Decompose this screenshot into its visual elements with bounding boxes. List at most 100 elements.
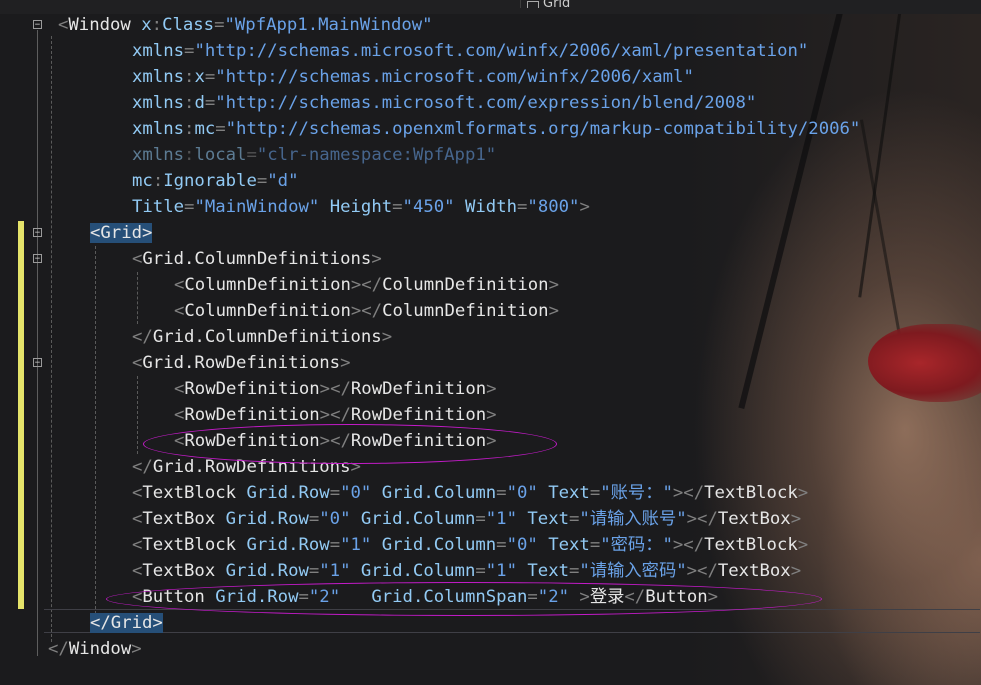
code-line[interactable]: Title="MainWindow" Height="450" Width="8…: [132, 194, 590, 220]
code-token: RowDefinition: [184, 405, 320, 425]
code-token: :: [184, 93, 195, 113]
code-line[interactable]: <TextBlock Grid.Row="0" Grid.Column="0" …: [132, 480, 808, 506]
code-token: <: [132, 535, 143, 555]
code-token: =: [246, 145, 257, 165]
code-token: "1": [485, 561, 517, 581]
code-token: =: [215, 119, 226, 139]
nav-breadcrumb-label: Grid: [543, 0, 571, 8]
code-token: "WpfApp1.MainWindow": [224, 15, 433, 35]
code-token: xmlns: [132, 145, 185, 165]
code-token: <: [132, 483, 143, 503]
code-token: </: [48, 639, 69, 659]
code-token: :: [184, 67, 195, 87]
code-token: Grid.Column: [371, 535, 497, 555]
code-token: Width: [454, 197, 518, 217]
code-token: :: [152, 171, 164, 191]
code-token: =: [256, 171, 268, 191]
code-token: =: [496, 535, 507, 555]
code-token: TextBlock: [142, 483, 247, 503]
code-token: "clr-namespace:WpfApp1": [256, 145, 497, 165]
code-line[interactable]: xmlns:d="http://schemas.microsoft.com/ex…: [132, 90, 756, 116]
code-token: "d": [267, 171, 299, 191]
code-token: </: [132, 457, 153, 477]
code-token: "密码：": [600, 535, 673, 555]
code-token: >: [790, 509, 802, 529]
indent-guide: [51, 36, 52, 642]
indent-guide: [137, 272, 138, 324]
code-line[interactable]: </Window>: [48, 636, 142, 662]
code-token: Grid.Row: [246, 483, 330, 503]
collapse-icon[interactable]: −: [33, 254, 42, 264]
code-token: "http://schemas.openxmlformats.org/marku…: [225, 119, 861, 139]
code-token: <Grid>: [90, 223, 153, 243]
collapse-icon[interactable]: −: [33, 358, 42, 368]
code-token: "http://schemas.microsoft.com/expression…: [215, 93, 757, 113]
code-token: </Grid>: [90, 613, 163, 633]
code-line[interactable]: <Window x:Class="WpfApp1.MainWindow": [58, 12, 433, 38]
code-token: =: [214, 15, 225, 35]
code-token: ></: [350, 301, 383, 321]
code-token: >: [371, 249, 382, 269]
code-token: >: [548, 275, 559, 295]
code-token: :: [184, 119, 195, 139]
code-token: ></: [672, 483, 705, 503]
code-token: Text: [537, 535, 590, 555]
code-line[interactable]: xmlns:mc="http://schemas.openxmlformats.…: [132, 116, 860, 142]
code-token: =: [392, 197, 403, 217]
code-token: xmlns: [132, 41, 185, 61]
code-line[interactable]: <Grid>: [90, 220, 153, 246]
code-token: =: [589, 535, 601, 555]
code-token: Grid.Row: [246, 535, 330, 555]
code-token: </: [132, 327, 153, 347]
code-token: ></: [686, 509, 718, 529]
code-token: ></: [319, 379, 351, 399]
code-token: <: [132, 509, 143, 529]
code-token: "http://schemas.microsoft.com/winfx/2006…: [194, 41, 809, 61]
code-token: x: [141, 15, 152, 35]
code-token: mc: [132, 171, 153, 191]
code-line[interactable]: xmlns:x="http://schemas.microsoft.com/wi…: [132, 64, 694, 90]
code-line[interactable]: <RowDefinition></RowDefinition>: [174, 376, 497, 402]
code-line[interactable]: xmlns="http://schemas.microsoft.com/winf…: [132, 38, 808, 64]
code-token: ColumnDefinition: [382, 301, 549, 321]
code-token: TextBlock: [704, 535, 798, 555]
code-token: Text: [537, 483, 590, 503]
nav-breadcrumb-grid[interactable]: Grid: [520, 0, 981, 8]
code-token: Grid.Row: [225, 509, 309, 529]
code-token: =: [184, 197, 195, 217]
code-line[interactable]: <TextBox Grid.Row="0" Grid.Column="1" Te…: [132, 506, 801, 532]
code-line[interactable]: <TextBox Grid.Row="1" Grid.Column="1" Te…: [132, 558, 801, 584]
code-token: Grid.ColumnDefinitions: [152, 327, 382, 347]
annotation-ellipse: [143, 424, 557, 464]
code-token: ></: [350, 275, 383, 295]
code-token: ColumnDefinition: [382, 275, 549, 295]
collapse-icon[interactable]: −: [33, 228, 42, 238]
code-line[interactable]: </Grid.ColumnDefinitions>: [132, 324, 392, 350]
code-token: >: [486, 379, 497, 399]
code-line[interactable]: mc:Ignorable="d": [132, 168, 298, 194]
code-token: "请输入账号": [579, 509, 687, 529]
code-line[interactable]: <Grid.ColumnDefinitions>: [132, 246, 382, 272]
code-line[interactable]: <ColumnDefinition></ColumnDefinition>: [174, 298, 559, 324]
code-token: <: [132, 249, 143, 269]
code-token: "1": [485, 509, 517, 529]
code-token: =: [569, 509, 580, 529]
collapse-icon[interactable]: −: [33, 20, 42, 30]
code-token: <: [132, 561, 143, 581]
code-line[interactable]: <Grid.RowDefinitions>: [132, 350, 351, 376]
code-token: Class: [162, 15, 215, 35]
code-token: Window: [68, 15, 142, 35]
code-line[interactable]: </Grid>: [90, 610, 163, 636]
code-line[interactable]: xmlns:local="clr-namespace:WpfApp1": [132, 142, 496, 168]
code-line[interactable]: <ColumnDefinition></ColumnDefinition>: [174, 272, 559, 298]
grid-icon: [527, 1, 539, 8]
code-token: =: [308, 561, 320, 581]
code-token: xmlns: [132, 119, 185, 139]
code-token: TextBox: [142, 561, 226, 581]
code-token: ></: [319, 405, 351, 425]
code-token: =: [475, 509, 486, 529]
code-token: TextBox: [142, 509, 226, 529]
code-token: Grid.Column: [350, 509, 476, 529]
code-token: =: [308, 509, 320, 529]
code-line[interactable]: <TextBlock Grid.Row="1" Grid.Column="0" …: [132, 532, 808, 558]
